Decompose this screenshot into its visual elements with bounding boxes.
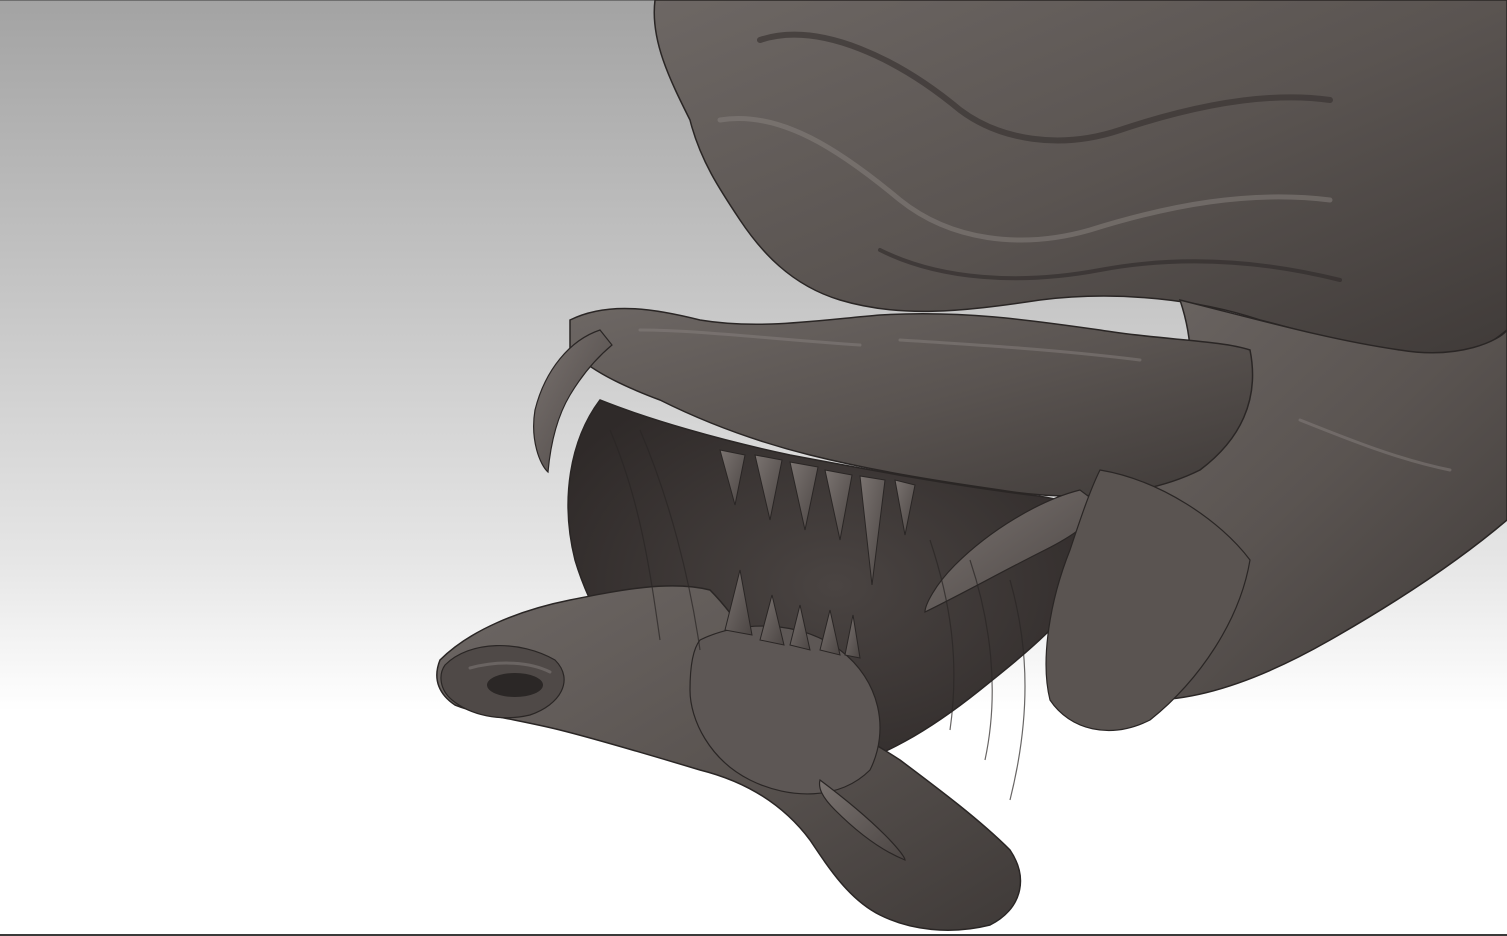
nostril — [487, 673, 543, 697]
cranium-mass — [653, 0, 1507, 366]
3d-viewport[interactable] — [0, 0, 1507, 936]
sculpt-model[interactable] — [0, 0, 1507, 936]
